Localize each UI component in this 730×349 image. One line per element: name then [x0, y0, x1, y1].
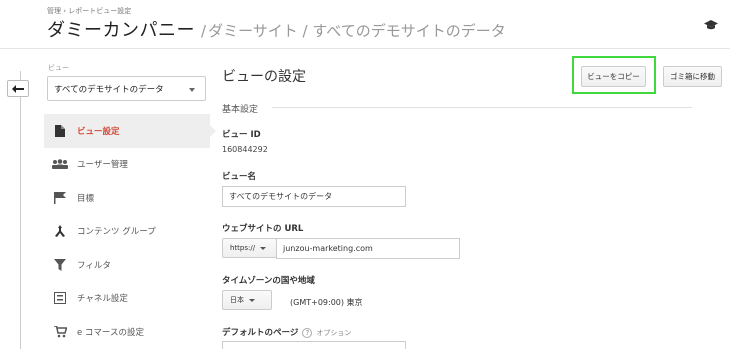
website-url-field[interactable]: junzou-marketing.com	[276, 238, 460, 259]
sidebar-item-label: 目標	[77, 193, 95, 204]
view-selector[interactable]: すべてのデモサイトのデータ	[47, 76, 206, 101]
sidebar-nav: ビュー設定 ユーザー管理 目標 コンテンツ グループ フィルタ チャネル設定 e…	[44, 114, 216, 349]
rail-divider	[20, 71, 21, 349]
timezone-dropdown[interactable]: (GMT+09:00) 東京	[290, 297, 363, 308]
website-url-label: ウェブサイトの URL	[222, 224, 304, 234]
sidebar-item-label: e コマースの設定	[77, 327, 145, 338]
sidebar-item-label: コンテンツ グループ	[77, 227, 156, 238]
property-view-path[interactable]: ダミーサイト / すべてのデモサイトのデータ	[208, 22, 506, 40]
sidebar-item-content-grouping[interactable]: コンテンツ グループ	[44, 215, 210, 249]
copy-view-button[interactable]: ビューをコピー	[581, 66, 646, 87]
arrow-left-icon	[12, 84, 24, 93]
country-value: 日本	[230, 296, 244, 304]
sidebar-item-label: ユーザー管理	[77, 160, 128, 171]
sidebar-item-user-management[interactable]: ユーザー管理	[44, 148, 210, 182]
filter-icon	[52, 258, 68, 272]
chevron-down-icon	[249, 298, 255, 302]
timezone-label: タイムゾーンの国や地域	[222, 276, 315, 286]
sidebar-item-label: フィルタ	[77, 260, 111, 271]
document-icon	[52, 124, 68, 138]
view-selector-value: すべてのデモサイトのデータ	[54, 84, 164, 95]
left-rail	[0, 48, 44, 349]
channel-icon	[52, 291, 68, 305]
sidebar-item-view-settings[interactable]: ビュー設定	[44, 114, 216, 148]
view-name-field[interactable]: すべてのデモサイトのデータ	[222, 186, 406, 207]
protocol-dropdown[interactable]: https://	[222, 238, 277, 258]
section-title: 基本設定	[222, 105, 259, 115]
users-icon	[52, 157, 68, 171]
default-page-label-text: デフォルトのページ	[222, 328, 299, 338]
page-header: 管理 › レポートビュー設定 ダミーカンパニー / ダミーサイト / すべてのデモサ…	[0, 0, 730, 48]
content-group-icon	[52, 224, 68, 238]
breadcrumb[interactable]: 管理 › レポートビュー設定	[47, 6, 131, 16]
view-id-value: 160844292	[222, 145, 268, 154]
protocol-value: https://	[230, 244, 256, 252]
country-dropdown[interactable]: 日本	[222, 290, 272, 310]
view-name-label: ビュー名	[222, 172, 257, 182]
back-button[interactable]	[7, 80, 29, 97]
view-id-label: ビュー ID	[222, 130, 261, 140]
chevron-down-icon	[260, 246, 267, 250]
sidebar-item-ecommerce-settings[interactable]: e コマースの設定	[44, 315, 210, 349]
help-icon[interactable]: ?	[302, 327, 313, 338]
chevron-down-icon	[189, 88, 195, 92]
page-title: ビューの設定	[222, 69, 306, 85]
default-page-label: デフォルトのページ? オプション	[222, 326, 351, 338]
cart-icon	[52, 325, 68, 339]
account-name[interactable]: ダミーカンパニー	[47, 20, 195, 41]
title-row: ダミーカンパニー / ダミーサイト / すべてのデモサイトのデータ	[47, 16, 506, 42]
sidebar-item-label: チャネル設定	[77, 294, 128, 305]
optional-label: オプション	[316, 329, 352, 337]
title-separator: /	[201, 22, 207, 40]
move-to-trash-button[interactable]: ゴミ箱に移動	[663, 66, 722, 87]
view-selector-label: ビュー	[48, 64, 69, 72]
flag-icon	[52, 191, 68, 205]
default-page-field[interactable]	[222, 341, 406, 349]
view-settings-panel: ビューの設定 ビューをコピー ゴミ箱に移動 基本設定 ビュー ID 160844…	[210, 48, 730, 349]
sidebar-item-filters[interactable]: フィルタ	[44, 248, 210, 282]
sidebar-item-channel-settings[interactable]: チャネル設定	[44, 282, 210, 316]
sidebar-item-label: ビュー設定	[77, 126, 120, 137]
sidebar-item-goals[interactable]: 目標	[44, 181, 210, 215]
sidebar: ビュー すべてのデモサイトのデータ ビュー設定 ユーザー管理 目標 コンテンツ …	[44, 48, 216, 349]
section-divider	[272, 107, 692, 108]
graduation-cap-icon[interactable]	[704, 20, 718, 30]
